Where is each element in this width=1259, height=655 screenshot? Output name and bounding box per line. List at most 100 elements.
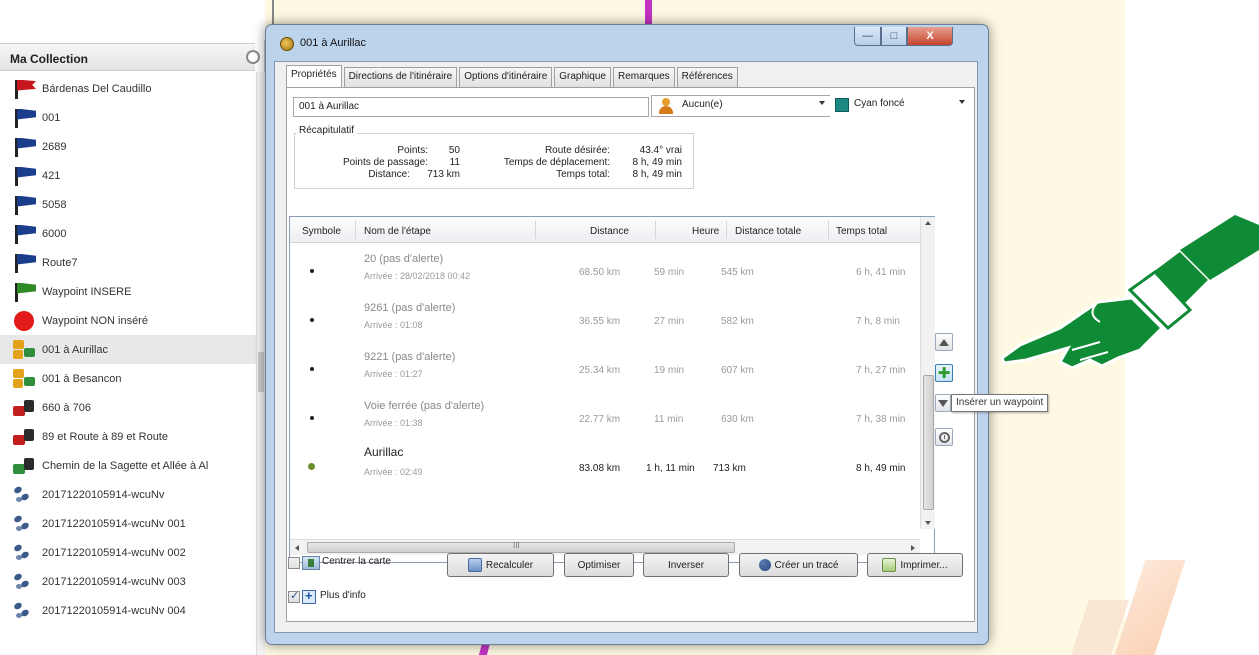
tab-references[interactable]: Références [676,67,738,87]
table-row[interactable]: Aurillac Arrivée : 02:49 83.08 km 1 h, 1… [290,443,920,491]
reverse-button[interactable]: Inverser [643,553,729,577]
minimize-button[interactable]: — [854,27,881,46]
step-time: 11 min [654,414,684,425]
step-distance: 22.77 km [579,414,621,425]
step-arrival: Arrivée : 01:27 [364,369,423,379]
blue-flag-icon [12,166,38,186]
tab-route-directions[interactable]: Directions de l'itinéraire [343,67,458,87]
column-total-distance[interactable]: Distance totale [735,226,801,237]
collection-item-label: Waypoint NON inséré [42,314,148,327]
info-plus-icon [302,588,316,604]
move-up-button[interactable] [935,333,953,351]
tab-route-options[interactable]: Options d'itinéraire [459,67,553,87]
column-symbol[interactable]: Symbole [302,226,341,237]
refresh-icon[interactable] [246,50,260,64]
printer-icon [882,558,897,572]
scroll-thumb[interactable]: III [307,541,735,553]
route-bearing-value: 43.4° vrai [639,145,682,156]
scroll-left-icon[interactable] [295,545,299,551]
table-row[interactable]: 20 (pas d'alerte) Arrivée : 28/02/2018 0… [290,247,920,295]
collection-item[interactable]: 5058 [0,190,256,219]
total-time-value: 8 h, 49 min [632,169,682,180]
collection-item[interactable]: Chemin de la Sagette et Allée à Al [0,451,256,480]
scroll-up-icon[interactable] [925,221,931,225]
travel-time-value: 8 h, 49 min [632,157,682,168]
travel-time-label: Temps de déplacement: [503,157,610,168]
reverse-label: Inverser [667,559,705,571]
collection-item[interactable]: 20171220105914-wcuNv 001 [0,509,256,538]
scroll-thumb[interactable] [923,375,934,510]
tab-graph[interactable]: Graphique [554,67,611,87]
collection-item[interactable]: 660 à 706 [0,393,256,422]
move-down-button[interactable] [935,394,951,412]
collection-item[interactable]: 001 à Aurillac [0,335,256,364]
create-track-button[interactable]: Créer un tracé [739,553,858,577]
collection-item-label: Waypoint INSERE [42,285,132,298]
route-red-icon [12,427,38,447]
collection-item[interactable]: 6000 [0,219,256,248]
maximize-button[interactable]: □ [881,27,907,46]
collection-item[interactable]: Route7 [0,248,256,277]
collection-item[interactable]: 001 [0,103,256,132]
step-total-time: 8 h, 49 min [856,463,906,474]
scroll-grip: III [513,541,520,550]
dialog-titlebar[interactable]: 001 à Aurillac — □ X [266,25,988,59]
collection-scrollbar[interactable] [256,72,265,655]
collection-item[interactable]: 001 à Besancon [0,364,256,393]
collection-panel: Ma Collection Bárdenas Del Caudillo 001 26… [0,0,265,655]
blue-flag-icon [12,137,38,157]
clock-icon [938,431,950,443]
more-info-checkbox[interactable] [288,589,300,603]
table-row[interactable]: 9261 (pas d'alerte) Arrivée : 01:08 36.5… [290,296,920,344]
track-icon [12,484,38,505]
scroll-down-icon[interactable] [925,521,931,525]
step-time: 27 min [654,316,685,327]
table-vertical-scrollbar[interactable] [920,217,935,529]
close-button[interactable]: X [907,27,953,46]
recalculate-label: Recalculer [485,559,534,571]
collection-item[interactable]: 421 [0,161,256,190]
collection-item[interactable]: 89 et Route à 89 et Route [0,422,256,451]
tab-properties[interactable]: Propriétés [286,65,342,87]
track-icon [12,600,38,621]
route-name-input[interactable]: 001 à Aurillac [293,97,649,117]
collection-item[interactable]: 20171220105914-wcuNv [0,480,256,509]
collection-item[interactable]: Waypoint NON inséré [0,306,256,335]
column-step-name[interactable]: Nom de l'étape [364,226,431,237]
column-time[interactable]: Heure [692,226,719,237]
route-icon [280,37,294,51]
collection-header: Ma Collection [0,43,255,71]
center-map-checkbox[interactable] [288,557,300,569]
insert-waypoint-button[interactable]: ✚ [935,364,953,382]
route-points-table[interactable]: Symbole Nom de l'étape Distance Heure Di… [289,216,935,563]
table-row[interactable]: 9221 (pas d'alerte) Arrivée : 01:27 25.3… [290,345,920,393]
table-row[interactable]: Voie ferrée (pas d'alerte) Arrivée : 01:… [290,394,920,442]
column-distance[interactable]: Distance [590,226,629,237]
collection-item[interactable]: Bárdenas Del Caudillo [0,74,256,103]
color-value: Cyan foncé [854,98,905,109]
chevron-down-icon [959,100,965,104]
print-button[interactable]: Imprimer... [867,553,963,577]
step-total-time: 6 h, 41 min [856,267,906,278]
scroll-right-icon[interactable] [911,545,915,551]
panel-splitter[interactable] [272,0,274,26]
collection-item[interactable]: Waypoint INSERE [0,277,256,306]
collection-item[interactable]: 20171220105914-wcuNv 003 [0,567,256,596]
collection-item[interactable]: 20171220105914-wcuNv 004 [0,596,256,625]
points-label: Points: [397,145,428,156]
time-button[interactable] [935,428,953,446]
assignee-select[interactable]: Aucun(e) [651,95,831,117]
waypoint-dot-icon [310,416,314,420]
collection-item[interactable]: 20171220105914-wcuNv 002 [0,538,256,567]
blue-flag-icon [12,195,38,215]
tab-notes[interactable]: Remarques [612,67,675,87]
column-total-time[interactable]: Temps total [836,226,887,237]
color-select[interactable]: Cyan foncé [830,95,970,117]
recalculate-button[interactable]: Recalculer [447,553,554,577]
create-track-label: Créer un tracé [774,559,839,571]
step-arrival: Arrivée : 01:38 [364,418,423,428]
collection-item-label: 2689 [42,140,67,153]
collection-item[interactable]: 2689 [0,132,256,161]
optimize-button[interactable]: Optimiser [564,553,634,577]
track-icon [758,559,771,571]
